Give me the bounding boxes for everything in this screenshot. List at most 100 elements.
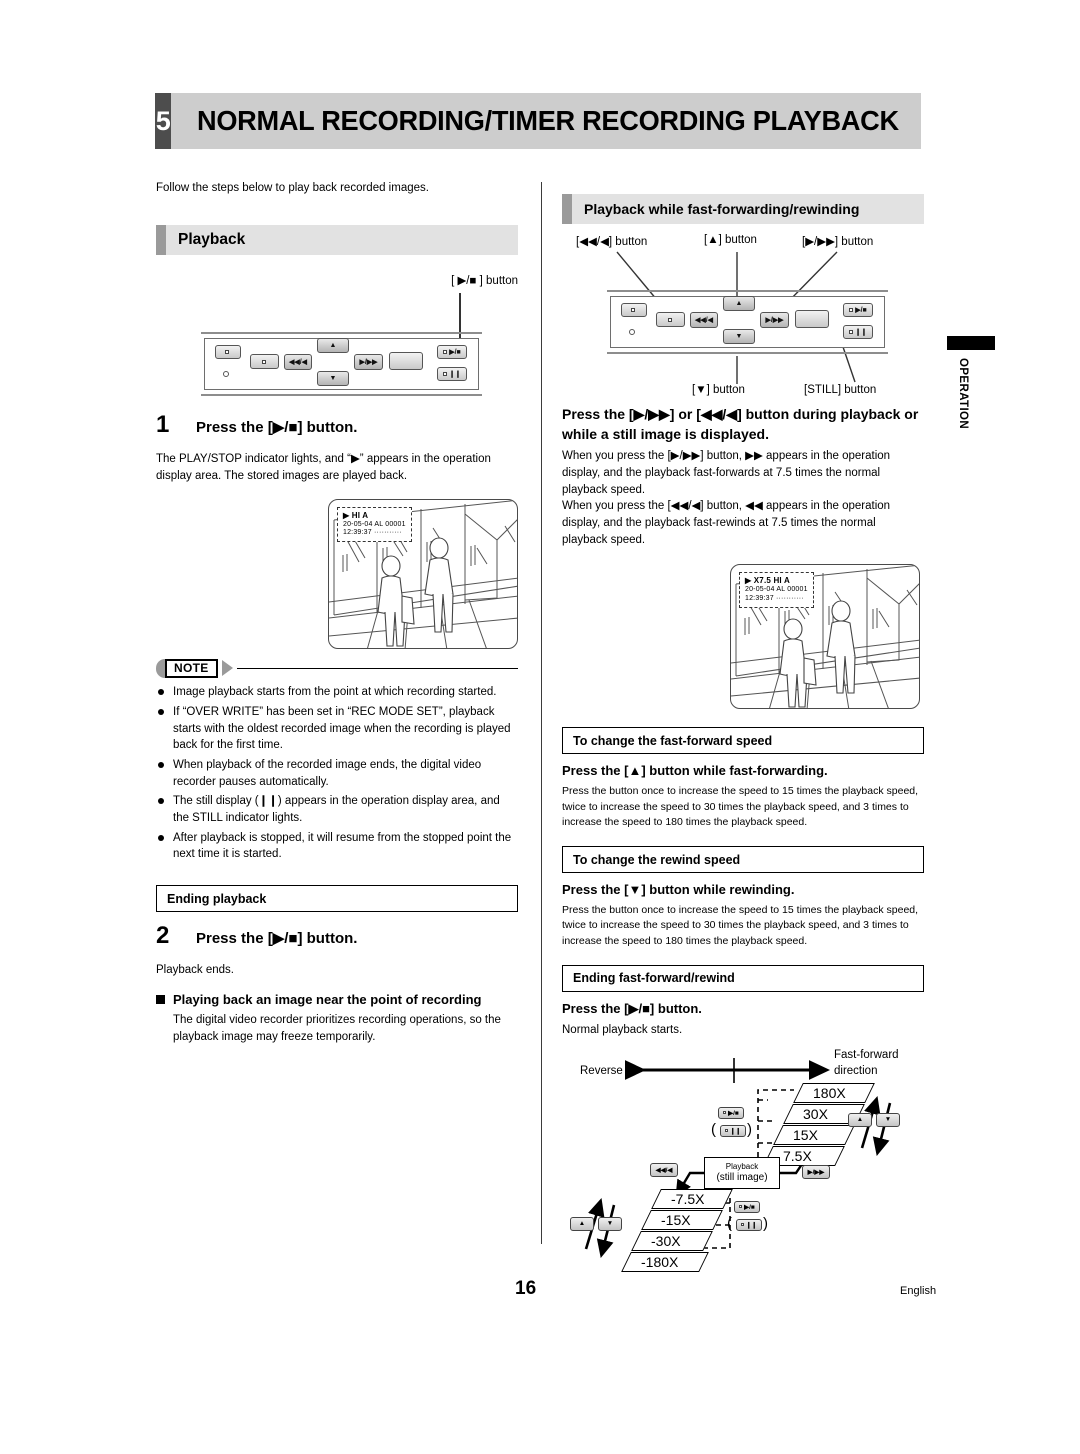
panel-button-aux[interactable] <box>656 312 685 327</box>
panel-button-play-stop[interactable]: ▶/■ <box>437 345 467 360</box>
playback-still-state-box: Playback (still image) <box>704 1156 780 1189</box>
osd-line-1: ▶ HI A <box>343 510 369 520</box>
ending-ff-rew-lead: Press the [▶/■] button. <box>562 1000 702 1016</box>
panel-button-down[interactable]: ▼ <box>317 371 349 387</box>
panel-button-rec[interactable] <box>215 345 241 360</box>
note-item: If “OVER WRITE” has been set in “REC MOD… <box>156 704 518 754</box>
panel-button-up[interactable]: ▲ <box>317 338 349 354</box>
panel-button-rec[interactable] <box>621 303 647 317</box>
osd-line-1: ▶ X7.5 HI A <box>745 576 790 586</box>
step-1-text: Press the [▶/■] button. <box>196 419 358 437</box>
step-1-number: 1 <box>156 411 170 439</box>
speed-plate-forward: 15X <box>773 1124 855 1145</box>
speed-transition-diagram: Reverse Fast-forward direction 180X 30X … <box>562 1043 924 1272</box>
playback-screen-illustration-right: ▶ X7.5 HI A 20-05-04 AL 00001 12:39:37 ·… <box>730 564 920 710</box>
diagram-key-rew[interactable]: ◀◀/◀ <box>650 1162 678 1177</box>
speed-plate-reverse: -180X <box>621 1251 709 1272</box>
panel-button-blank[interactable] <box>795 310 829 328</box>
note-label: NOTE <box>165 658 218 679</box>
device-front-panel: ◀◀/◀ ▲ ▼ ▶/▶▶ ▶/■ ❙❙ <box>201 332 482 397</box>
panel-led-indicator <box>223 371 229 378</box>
side-tab-label: OPERATION <box>957 358 969 430</box>
step-2-number: 2 <box>156 922 170 950</box>
panel-button-ff[interactable]: ▶/▶▶ <box>760 312 789 328</box>
diagram-key-ff[interactable]: ▶/▶▶ <box>802 1164 830 1179</box>
step-1-body: The PLAY/STOP indicator lights, and “▶” … <box>156 453 491 482</box>
ff-rew-body-2: When you press the [◀◀/◀] button, ◀◀ app… <box>562 500 891 546</box>
panel-button-aux[interactable] <box>250 354 279 370</box>
panel-led-indicator <box>629 329 635 335</box>
note-triangle-icon <box>221 660 233 677</box>
step-1: 1 Press the [▶/■] button. <box>156 411 518 439</box>
section-playback-label: Playback <box>178 231 246 249</box>
panel-button-still[interactable]: ❙❙ <box>843 325 873 339</box>
diagram-key-up-reverse[interactable]: ▲ <box>570 1216 594 1231</box>
page-title: NORMAL RECORDING/TIMER RECORDING PLAYBAC… <box>197 105 900 136</box>
note-item: The still display (❙❙) appears in the op… <box>156 793 518 826</box>
diagram-key-down-reverse[interactable]: ▼ <box>598 1216 622 1231</box>
paren-open: ( <box>727 1214 732 1232</box>
section-playback-ff-rew: Playback while fast-forwarding/rewinding <box>562 194 924 224</box>
chapter-title-bar: NORMAL RECORDING/TIMER RECORDING PLAYBAC… <box>171 93 921 149</box>
ff-speed-lead: Press the [▲] button while fast-forwardi… <box>562 763 828 779</box>
diagram-key-up-forward[interactable]: ▲ <box>848 1112 872 1127</box>
front-panel-figure-left: [ ▶/■ ] button ◀◀/◀ ▲ ▼ ▶/▶▶ ▶/■ ❙❙ <box>156 273 518 401</box>
panel-button-down[interactable]: ▼ <box>723 329 755 344</box>
osd-overlay-left: ▶ HI A 20-05-04 AL 00001 12:39:37 ······… <box>337 506 412 543</box>
diagram-key-down-forward[interactable]: ▼ <box>876 1112 900 1127</box>
intro-text: Follow the steps below to play back reco… <box>156 182 429 194</box>
panel-button-up[interactable]: ▲ <box>723 296 755 311</box>
chapter-number: 5 <box>155 93 172 149</box>
front-panel-figure-right: [◀◀/◀] button [▲] button [▶/▶▶] button [… <box>562 234 924 399</box>
panel-button-play-stop[interactable]: ▶/■ <box>843 303 873 317</box>
chapter-header: 5 NORMAL RECORDING/TIMER RECORDING PLAYB… <box>155 93 921 149</box>
speed-diagram-arrows <box>584 1057 892 1258</box>
paren-open: ( <box>711 1120 716 1138</box>
diagram-key-play-stop[interactable]: ▶/■ <box>734 1200 760 1213</box>
osd-line-3: 12:39:37 ··········· <box>745 594 804 602</box>
step-2-text: Press the [▶/■] button. <box>196 930 358 948</box>
ending-ff-rew-heading: Ending fast-forward/rewind <box>562 964 924 992</box>
rew-speed-body: Press the button once to increase the sp… <box>562 904 919 947</box>
ff-speed-heading: To change the fast-forward speed <box>562 727 924 755</box>
panel-button-rew[interactable]: ◀◀/◀ <box>690 312 718 328</box>
side-tab-marker <box>947 336 995 350</box>
playback-screen-illustration-left: ▶ HI A 20-05-04 AL 00001 12:39:37 ······… <box>328 498 518 649</box>
panel-button-blank[interactable] <box>389 352 423 371</box>
ending-playback-heading: Ending playback <box>156 885 518 913</box>
note-list: Image playback starts from the point at … <box>156 684 518 863</box>
still-box-line-2: (still image) <box>716 1171 768 1183</box>
right-column: Playback while fast-forwarding/rewinding… <box>562 180 924 1272</box>
speed-plate-reverse: -7.5X <box>651 1188 733 1209</box>
note-header: NOTE <box>156 658 518 679</box>
diagram-key-still[interactable]: ❙❙ <box>720 1124 746 1137</box>
device-front-panel: ◀◀/◀ ▲ ▼ ▶/▶▶ ▶/■ ❙❙ <box>607 290 888 354</box>
step-2: 2 Press the [▶/■] button. <box>156 922 518 950</box>
note-item: After playback is stopped, it will resum… <box>156 830 518 863</box>
step-2-body: Playback ends. <box>156 964 234 977</box>
rew-speed-lead: Press the [▼] button while rewinding. <box>562 882 795 898</box>
ff-rew-lead: Press the [▶/▶▶] or [◀◀/◀] button during… <box>562 406 919 442</box>
footer-language: English <box>900 1285 937 1297</box>
osd-overlay-right: ▶ X7.5 HI A 20-05-04 AL 00001 12:39:37 ·… <box>739 572 814 608</box>
left-column: Follow the steps below to play back reco… <box>156 180 518 1046</box>
osd-line-2: 20-05-04 AL 00001 <box>343 520 406 528</box>
speed-plate-reverse: -30X <box>631 1230 713 1251</box>
paren-close: ) <box>747 1120 752 1138</box>
diagram-key-still[interactable]: ❙❙ <box>736 1218 762 1231</box>
panel-button-ff[interactable]: ▶/▶▶ <box>354 354 383 371</box>
ff-rew-body-1: When you press the [▶/▶▶] button, ▶▶ app… <box>562 450 891 496</box>
speed-plate-reverse: -15X <box>641 1209 723 1230</box>
speed-plate-forward: 180X <box>793 1082 875 1103</box>
panel-button-still[interactable]: ❙❙ <box>437 367 467 382</box>
page-number: 16 <box>515 1278 537 1299</box>
near-point-heading: Playing back an image near the point of … <box>156 991 518 1009</box>
osd-line-2: 20-05-04 AL 00001 <box>745 586 808 594</box>
section-bar-tab <box>156 225 166 256</box>
ff-speed-body: Press the button once to increase the sp… <box>562 785 919 828</box>
panel-button-rew[interactable]: ◀◀/◀ <box>284 354 312 371</box>
osd-line-3: 12:39:37 ··········· <box>343 529 402 537</box>
section-bar-tab <box>562 194 572 224</box>
diagram-key-play-stop[interactable]: ▶/■ <box>718 1106 744 1119</box>
paren-close: ) <box>763 1214 768 1232</box>
